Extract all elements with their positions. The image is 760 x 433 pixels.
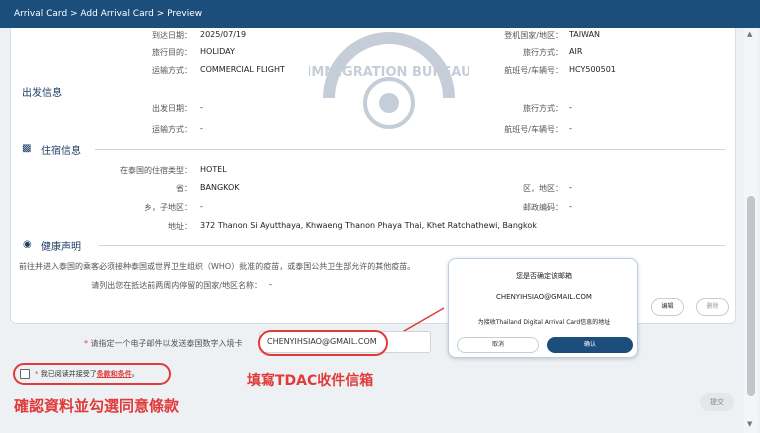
- subdistrict-value: -: [200, 202, 203, 211]
- arrival-transport-label: 运输方式：: [152, 66, 192, 75]
- popup-cancel-button[interactable]: 取消: [457, 337, 539, 353]
- postcode-value: -: [569, 202, 572, 211]
- agreement-text: * 我已阅读并接受了条款和条件。: [35, 369, 139, 379]
- accommodation-type-label: 在泰国的住宿类型：: [120, 166, 192, 175]
- arrival-date-label: 到达日期：: [152, 31, 192, 40]
- edit-button[interactable]: 编辑: [651, 298, 684, 316]
- departure-date-label: 出发日期：: [152, 104, 192, 113]
- address-label: 地址：: [168, 222, 192, 231]
- arrival-transport-value: COMMERCIAL FLIGHT: [200, 65, 285, 74]
- travel-purpose-label: 旅行目的：: [152, 48, 192, 57]
- arrival-travel-mode-label: 旅行方式：: [523, 48, 563, 57]
- email-confirm-popup: 您是否确定该邮箱 CHENYIHSIAO@GMAIL.COM 为接收Thaila…: [448, 258, 638, 358]
- boarding-country-value: TAIWAN: [569, 30, 601, 39]
- departure-transport-value: -: [200, 124, 203, 133]
- departure-transport-label: 运输方式：: [152, 125, 192, 134]
- departure-travel-mode-label: 旅行方式：: [523, 104, 563, 113]
- scroll-up-icon[interactable]: ▲: [747, 30, 752, 38]
- departure-section-title: 出发信息: [22, 88, 62, 99]
- email-highlight-oval: [258, 330, 388, 356]
- delete-button[interactable]: 删除: [696, 298, 729, 316]
- breadcrumb[interactable]: Arrival Card > Add Arrival Card > Previe…: [14, 9, 202, 19]
- travel-purpose-value: HOLIDAY: [200, 47, 235, 56]
- terms-link[interactable]: 条款和条件: [97, 370, 132, 378]
- popup-confirm-button[interactable]: 确认: [547, 337, 633, 353]
- departure-flight-label: 航班号/车辆号：: [504, 125, 563, 134]
- agreement-suffix: 。: [131, 370, 139, 378]
- arrival-travel-mode-value: AIR: [569, 47, 583, 56]
- arrival-flight-value: HCY500501: [569, 65, 616, 74]
- shield-icon: ◉: [23, 239, 32, 250]
- district-label: 区，地区：: [523, 184, 563, 193]
- building-icon: ▩: [22, 143, 32, 154]
- scroll-down-icon[interactable]: ▼: [747, 420, 752, 428]
- email-annotation: 填寫TDAC收件信箱: [247, 373, 374, 389]
- popup-title: 您是否确定该邮箱: [516, 272, 572, 280]
- arrival-date-value: 2025/07/19: [200, 30, 247, 39]
- terms-checkbox[interactable]: [20, 369, 30, 379]
- accommodation-divider: [95, 149, 725, 150]
- submit-button[interactable]: 提交: [700, 393, 734, 411]
- accommodation-type-value: HOTEL: [200, 165, 227, 174]
- district-value: -: [569, 183, 572, 192]
- countries-visited-value: -: [269, 280, 272, 289]
- accommodation-section-title: 住宿信息: [41, 146, 81, 157]
- address-value: 372 Thanon Si Ayutthaya, Khwaeng Thanon …: [200, 221, 537, 230]
- health-section-title: 健康声明: [41, 242, 81, 253]
- top-nav-bar: Arrival Card > Add Arrival Card > Previe…: [0, 0, 760, 28]
- province-label: 省：: [176, 184, 192, 193]
- countries-visited-label: 请列出您在抵达前两周内停留的国家/地区名称：: [91, 281, 262, 290]
- departure-date-value: -: [200, 103, 203, 112]
- subdistrict-label: 乡，子地区：: [144, 203, 192, 212]
- vaccine-notice: 前往并进入泰国的乘客必须接种泰国或世界卫生组织（WHO）批准的疫苗，或泰国公共卫…: [19, 262, 416, 271]
- boarding-country-label: 登机国家/地区：: [504, 31, 563, 40]
- popup-email: CHENYIHSIAO@GMAIL.COM: [496, 293, 592, 301]
- agreement-annotation: 確認資料並勾選同意條款: [14, 397, 180, 415]
- vertical-scrollbar[interactable]: ▲ ▼: [744, 28, 758, 433]
- departure-travel-mode-value: -: [569, 103, 572, 112]
- departure-flight-value: -: [569, 124, 572, 133]
- postcode-label: 邮政编码：: [523, 203, 563, 212]
- scrollbar-thumb[interactable]: [747, 196, 755, 396]
- province-value: BANGKOK: [200, 183, 240, 192]
- popup-purpose: 为接收Thailand Digital Arrival Card信息的地址: [477, 319, 611, 326]
- agreement-prefix: 我已阅读并接受了: [40, 370, 97, 378]
- arrival-flight-label: 航班号/车辆号：: [504, 66, 563, 75]
- health-divider: [99, 245, 725, 246]
- email-field-label-row: * 请指定一个电子邮件以发送泰国数字入境卡: [84, 338, 243, 349]
- email-field-label: 请指定一个电子邮件以发送泰国数字入境卡: [90, 339, 243, 348]
